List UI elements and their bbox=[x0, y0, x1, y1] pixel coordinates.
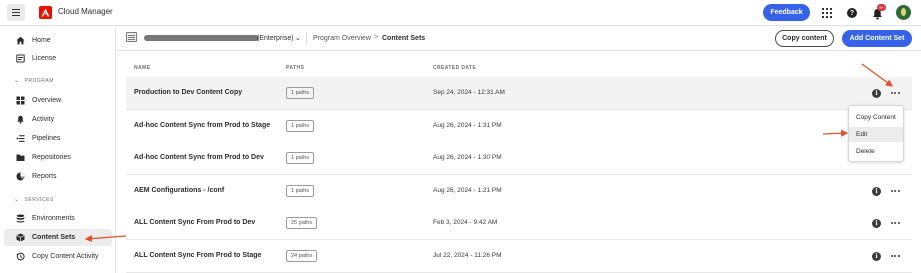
info-icon[interactable]: i bbox=[872, 89, 881, 98]
menu-item-copy-content[interactable]: Copy Content bbox=[849, 110, 903, 125]
sidebar-item-content-sets[interactable]: Content Sets bbox=[4, 229, 112, 246]
paths-badge: 25 paths bbox=[286, 217, 318, 229]
sidebar-item-label: Repositories bbox=[32, 154, 71, 161]
row-actions-menu: Copy Content Edit Delete bbox=[848, 105, 904, 162]
history-icon bbox=[16, 252, 25, 261]
divider bbox=[306, 32, 307, 45]
paths-badge: 1 paths bbox=[286, 120, 315, 132]
sidebar-item-label: Pipelines bbox=[32, 135, 61, 142]
breadcrumb-separator: > bbox=[374, 34, 379, 41]
feedback-button[interactable]: Feedback bbox=[763, 4, 810, 21]
sidebar-item-label: License bbox=[32, 55, 57, 62]
more-actions-icon[interactable] bbox=[889, 250, 901, 262]
home-icon bbox=[16, 36, 25, 45]
section-label: SERVICES bbox=[24, 196, 54, 203]
sidebar-item-label: Copy Content Activity bbox=[32, 253, 99, 260]
sidebar-section-services[interactable]: ⌄ SERVICES bbox=[14, 196, 54, 204]
table-row[interactable]: AEM Configurations - /conf 1 paths Aug 2… bbox=[126, 175, 912, 208]
notification-badge: 9+ bbox=[877, 4, 886, 11]
column-header-created-date[interactable]: CREATED DATE bbox=[433, 65, 476, 71]
table-row[interactable]: Production to Dev Content Copy 1 paths S… bbox=[126, 77, 912, 110]
created-date: Aug 26, 2024 - 1:30 PM bbox=[433, 154, 502, 161]
chevron-down-icon: ⌄ bbox=[14, 78, 20, 84]
info-icon[interactable]: i bbox=[872, 219, 881, 228]
reports-icon bbox=[16, 172, 25, 181]
sidebar-item-home[interactable]: Home bbox=[4, 32, 112, 49]
adobe-logo-icon bbox=[39, 6, 52, 19]
column-header-paths[interactable]: PATHS bbox=[286, 65, 304, 71]
user-avatar[interactable] bbox=[896, 5, 911, 20]
more-actions-icon[interactable] bbox=[889, 185, 901, 197]
redacted-program-name bbox=[144, 35, 259, 41]
paths-badge: 24 paths bbox=[286, 250, 318, 262]
sidebar-item-label: Activity bbox=[32, 116, 55, 123]
sidebar: Home License ⌄ PROGRAM Overview Activity… bbox=[0, 26, 116, 273]
created-date: Sep 24, 2024 - 12:31 AM bbox=[433, 89, 505, 96]
content-sets-icon bbox=[16, 233, 25, 242]
created-date: Aug 26, 2024 - 1:31 PM bbox=[433, 122, 502, 129]
sidebar-item-label: Home bbox=[32, 37, 51, 44]
table-row[interactable]: ALL Content Sync From Prod to Dev 25 pat… bbox=[126, 207, 912, 240]
created-date: Aug 26, 2024 - 1:21 PM bbox=[433, 187, 502, 194]
sidebar-item-label: Overview bbox=[32, 97, 62, 104]
activity-icon bbox=[16, 115, 25, 124]
paths-badge: 1 paths bbox=[286, 185, 315, 197]
content-set-name: Ad-hoc Content Sync from Prod to Stage bbox=[134, 122, 271, 129]
add-content-set-button[interactable]: Add Content Set bbox=[842, 30, 912, 47]
content-set-name: ALL Content Sync From Prod to Stage bbox=[134, 252, 262, 259]
copy-content-button[interactable]: Copy content bbox=[775, 30, 834, 47]
table-row[interactable]: ALL Content Sync From Prod to Stage 24 p… bbox=[126, 240, 912, 273]
program-selector-label[interactable]: (Enterprise) bbox=[257, 35, 294, 42]
environments-icon bbox=[16, 214, 25, 223]
repositories-icon bbox=[16, 153, 25, 162]
created-date: Jul 22, 2024 - 11:26 PM bbox=[433, 252, 502, 259]
breadcrumb-program-overview[interactable]: Program Overview bbox=[313, 35, 371, 42]
content-set-name: AEM Configurations - /conf bbox=[134, 187, 225, 194]
help-icon[interactable]: ? bbox=[847, 8, 857, 18]
overview-icon bbox=[16, 96, 25, 105]
sidebar-item-label: Content Sets bbox=[32, 234, 76, 241]
paths-badge: 1 paths bbox=[286, 152, 315, 164]
sidebar-item-activity[interactable]: Activity bbox=[4, 111, 112, 128]
content-header: (Enterprise) ⌄ Program Overview > Conten… bbox=[117, 26, 921, 51]
pipelines-icon bbox=[16, 134, 25, 143]
column-header-name[interactable]: NAME bbox=[134, 65, 150, 71]
program-icon bbox=[126, 32, 137, 42]
table-row[interactable]: Ad-hoc Content Sync from Prod to Dev 1 p… bbox=[126, 142, 912, 175]
content-set-name: ALL Content Sync From Prod to Dev bbox=[134, 219, 256, 226]
table-row[interactable]: Ad-hoc Content Sync from Prod to Stage 1… bbox=[126, 110, 912, 143]
info-icon[interactable]: i bbox=[872, 252, 881, 261]
section-label: PROGRAM bbox=[24, 77, 54, 84]
sidebar-item-label: Reports bbox=[32, 173, 57, 180]
sidebar-section-program[interactable]: ⌄ PROGRAM bbox=[14, 77, 54, 85]
created-date: Feb 3, 2024 - 9:42 AM bbox=[433, 219, 498, 226]
breadcrumb-current: Content Sets bbox=[382, 35, 426, 42]
info-icon[interactable]: i bbox=[872, 187, 881, 196]
top-bar: Cloud Manager Feedback ? 9+ bbox=[0, 0, 921, 26]
menu-item-delete[interactable]: Delete bbox=[849, 144, 903, 159]
app-switcher-grid-icon[interactable] bbox=[822, 8, 832, 18]
app-title[interactable]: Cloud Manager bbox=[58, 7, 113, 16]
sidebar-item-repositories[interactable]: Repositories bbox=[4, 149, 112, 166]
paths-badge: 1 paths bbox=[286, 87, 315, 99]
more-actions-icon[interactable] bbox=[889, 217, 901, 229]
sidebar-item-label: Environments bbox=[32, 215, 75, 222]
chevron-down-icon[interactable]: ⌄ bbox=[295, 34, 301, 42]
chevron-down-icon: ⌄ bbox=[14, 197, 20, 203]
sidebar-item-reports[interactable]: Reports bbox=[4, 168, 112, 185]
content-set-name: Ad-hoc Content Sync from Prod to Dev bbox=[134, 154, 264, 161]
content-set-name: Production to Dev Content Copy bbox=[134, 89, 243, 96]
sidebar-item-overview[interactable]: Overview bbox=[4, 92, 112, 109]
sidebar-item-license[interactable]: License bbox=[4, 50, 112, 67]
more-actions-icon[interactable] bbox=[889, 87, 901, 99]
sidebar-item-pipelines[interactable]: Pipelines bbox=[4, 130, 112, 147]
sidebar-item-environments[interactable]: Environments bbox=[4, 210, 112, 227]
license-icon bbox=[16, 54, 25, 63]
menu-item-edit[interactable]: Edit bbox=[849, 127, 903, 142]
hamburger-menu-icon[interactable] bbox=[7, 4, 25, 21]
sidebar-item-copy-content-activity[interactable]: Copy Content Activity bbox=[4, 248, 112, 265]
